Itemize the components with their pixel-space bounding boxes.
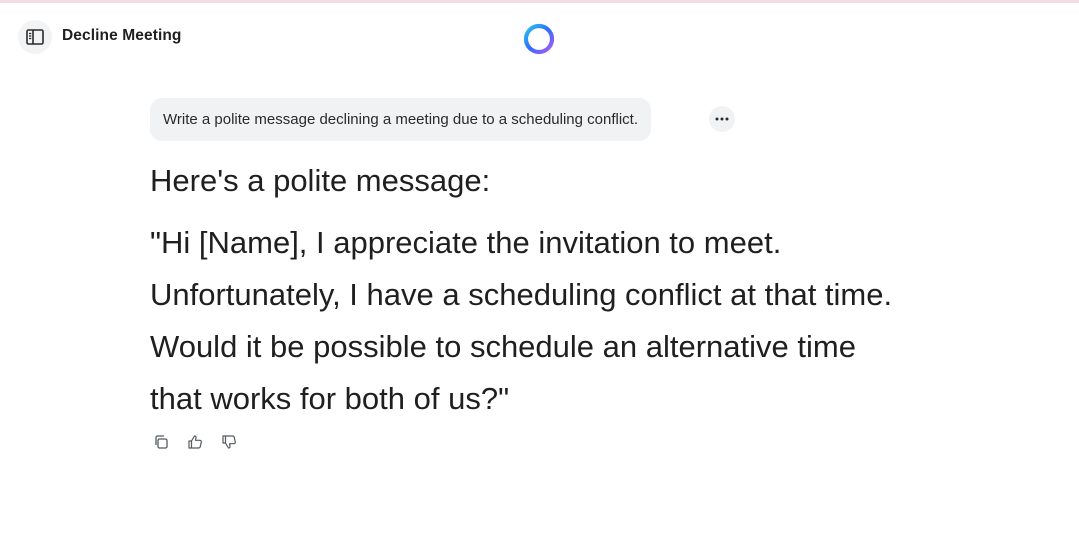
chat-header: Decline Meeting <box>0 3 1079 69</box>
like-button[interactable] <box>184 431 206 453</box>
message-options-button[interactable] <box>709 106 735 132</box>
ellipsis-icon <box>715 117 729 121</box>
dislike-button[interactable] <box>218 431 240 453</box>
sidebar-toggle-button[interactable] <box>18 20 52 54</box>
assistant-response: Here's a polite message: "Hi [Name], I a… <box>150 158 930 425</box>
conversation-thread: Write a polite message declining a meeti… <box>150 98 930 449</box>
user-message-bubble: Write a polite message declining a meeti… <box>150 98 651 141</box>
thumbs-down-icon <box>222 435 236 449</box>
thumbs-up-icon <box>188 435 202 449</box>
response-actions <box>150 431 240 455</box>
assistant-ring-logo <box>523 23 555 55</box>
copy-icon <box>155 435 168 449</box>
sidebar-panel-icon <box>26 29 44 45</box>
assistant-response-body: "Hi [Name], I appreciate the invitation … <box>150 225 893 416</box>
user-message-row: Write a polite message declining a meeti… <box>150 98 930 142</box>
chat-title: Decline Meeting <box>62 27 182 44</box>
copy-button[interactable] <box>150 431 172 453</box>
assistant-response-intro: Here's a polite message: <box>150 163 491 198</box>
